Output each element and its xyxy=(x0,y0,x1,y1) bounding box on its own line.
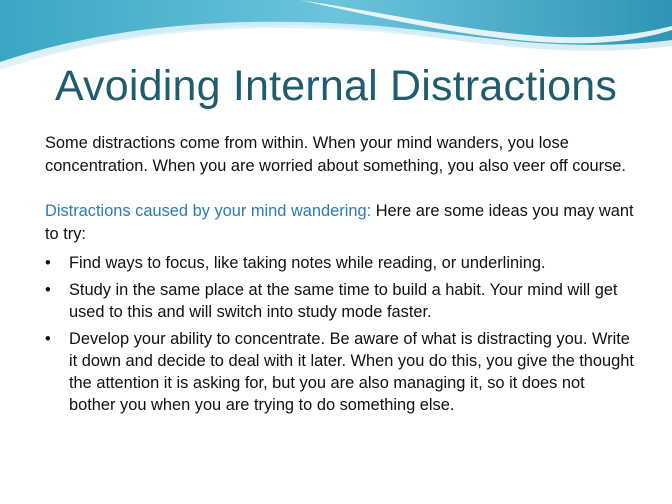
list-item-text: Develop your ability to concentrate. Be … xyxy=(69,330,634,414)
subheading-accent: Distractions caused by your mind wanderi… xyxy=(45,202,372,220)
bullet-icon: • xyxy=(45,281,51,299)
bullet-icon: • xyxy=(45,330,51,348)
list-item: • Develop your ability to concentrate. B… xyxy=(45,328,635,416)
bullet-icon: • xyxy=(45,254,51,272)
list-item: • Find ways to focus, like taking notes … xyxy=(45,252,635,274)
list-item: • Study in the same place at the same ti… xyxy=(45,279,635,323)
list-item-text: Find ways to focus, like taking notes wh… xyxy=(69,254,546,272)
page-title: Avoiding Internal Distractions xyxy=(54,62,618,110)
slide-body: Some distractions come from within. When… xyxy=(45,132,635,421)
bullet-list: • Find ways to focus, like taking notes … xyxy=(45,252,635,416)
subheading: Distractions caused by your mind wanderi… xyxy=(45,200,635,246)
list-item-text: Study in the same place at the same time… xyxy=(69,281,618,321)
intro-paragraph: Some distractions come from within. When… xyxy=(45,134,626,175)
slide: Avoiding Internal Distractions Some dist… xyxy=(0,0,672,504)
